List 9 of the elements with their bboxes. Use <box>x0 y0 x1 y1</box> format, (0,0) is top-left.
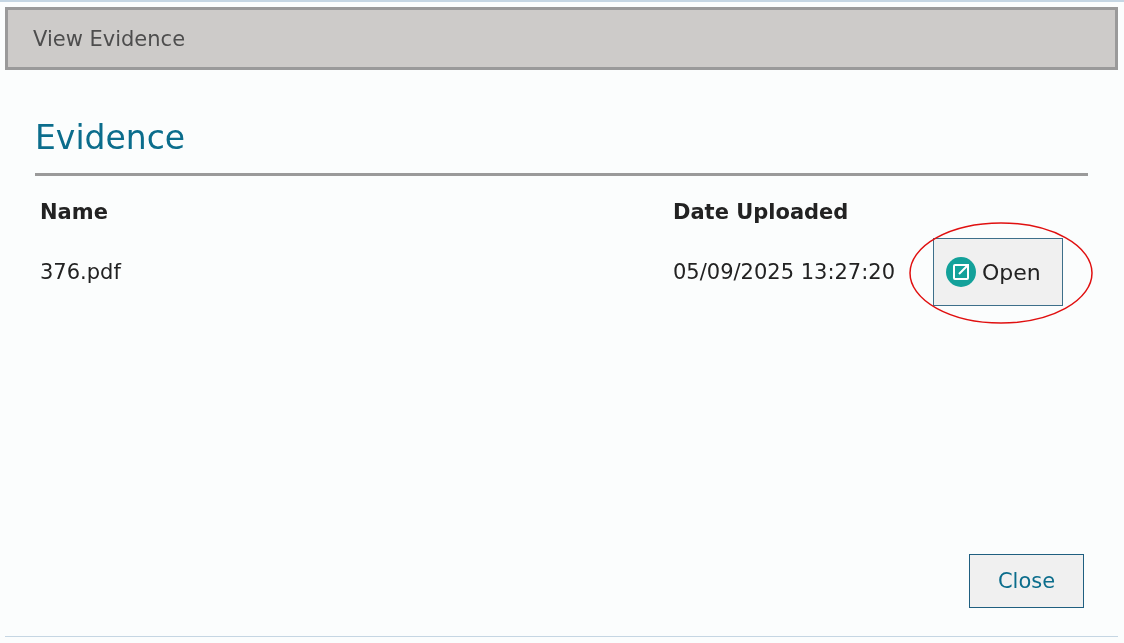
close-button[interactable]: Close <box>969 554 1084 608</box>
date-cell-text: 05/09/2025 13:27:20 <box>672 259 897 286</box>
external-link-icon <box>946 257 976 287</box>
column-header: Date Uploaded <box>672 199 850 226</box>
column-header: Name <box>39 199 109 226</box>
section-heading: Evidence <box>35 118 1088 176</box>
open-button[interactable]: Open <box>933 238 1063 306</box>
dialog-title: View Evidence <box>33 26 186 51</box>
file-name-cell-text: 376.pdf <box>39 259 123 286</box>
